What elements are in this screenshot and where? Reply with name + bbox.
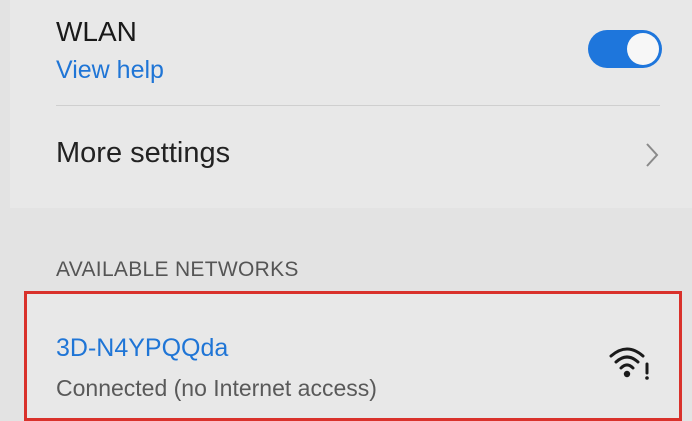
toggle-knob (627, 33, 659, 65)
wlan-settings-screen: WLAN View help More settings AVAILABLE N… (0, 0, 692, 421)
network-item[interactable]: 3D-N4YPQQda Connected (no Internet acces… (24, 291, 682, 421)
network-status: Connected (no Internet access) (56, 375, 377, 401)
wlan-row[interactable]: WLAN View help (10, 0, 692, 104)
wifi-no-internet-icon (609, 347, 649, 380)
wlan-toggle[interactable] (588, 30, 662, 68)
more-settings-row[interactable]: More settings (10, 106, 692, 206)
network-ssid: 3D-N4YPQQda (56, 334, 229, 362)
wlan-title: WLAN (56, 16, 137, 47)
wlan-settings-card: WLAN View help More settings (10, 0, 692, 208)
available-networks-header: AVAILABLE NETWORKS (56, 258, 299, 281)
chevron-right-icon (646, 143, 659, 167)
more-settings-label: More settings (56, 137, 231, 169)
view-help-link[interactable]: View help (56, 56, 164, 85)
